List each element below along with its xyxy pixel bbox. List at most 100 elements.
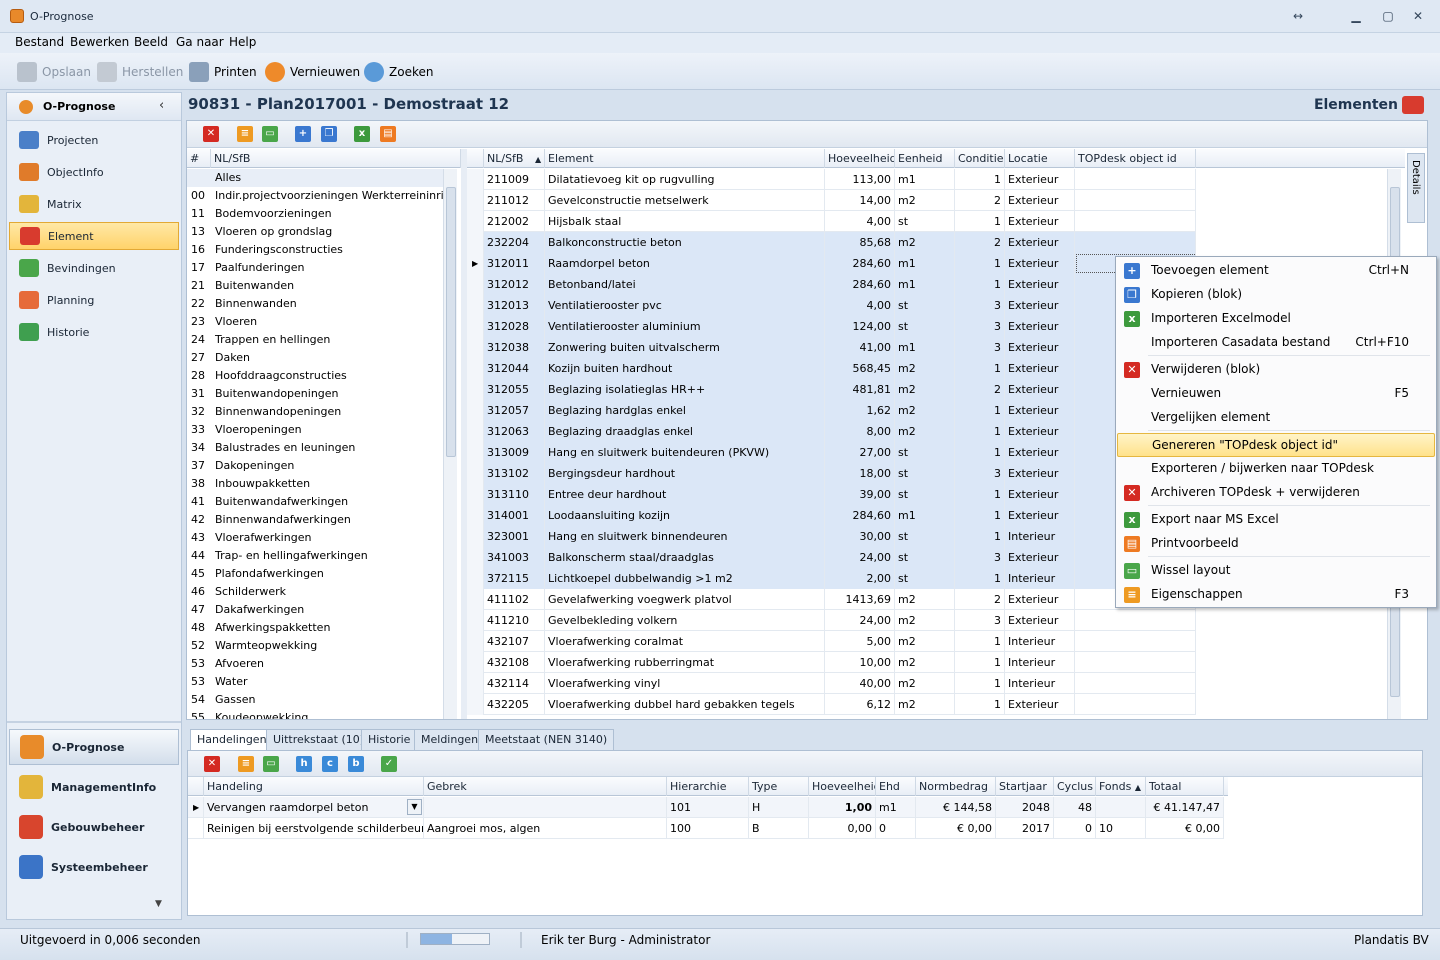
sfb-list-item[interactable]: 16 Funderingsconstructies [187,241,443,259]
layout-icon[interactable]: ▭ [263,756,279,772]
sfb-list-item[interactable]: 37 Dakopeningen [187,457,443,475]
context-menu-item[interactable]: ✕ Verwijderen (blok) [1117,358,1435,382]
column-header[interactable]: Hierarchie [667,777,749,796]
sidebar-item-house[interactable]: ObjectInfo [9,158,179,186]
column-header[interactable]: Hoeveelheid [809,777,876,796]
resize-icon[interactable]: ↔ [1290,8,1306,24]
sfb-list-item[interactable]: 33 Vloeropeningen [187,421,443,439]
table-row[interactable]: ▶ 312011 Raamdorpel beton 284,60 m1 1 Exterieu… [467,253,1196,274]
sidebar-item-projects[interactable]: Projecten [9,126,179,154]
sfb-list-item[interactable]: 28 Hoofddraagconstructies [187,367,443,385]
sfb-list-item[interactable]: 23 Vloeren [187,313,443,331]
menu-ga-naar[interactable]: Ga naar [176,35,224,49]
column-header[interactable]: Gebrek [424,777,667,796]
column-header[interactable]: Cyclus [1054,777,1096,796]
column-header[interactable]: Locatie [1005,149,1075,168]
excel-icon[interactable]: x [354,126,370,142]
h-icon[interactable]: h [296,756,312,772]
save-button[interactable]: Opslaan [17,62,91,82]
sfb-list-item[interactable]: 22 Binnenwanden [187,295,443,313]
properties-icon[interactable]: ≡ [237,126,253,142]
table-row[interactable]: 312013 Ventilatierooster pvc 4,00 st 3 Exteri… [467,295,1196,316]
tab-3[interactable]: Meldingen [414,729,486,750]
context-menu-item[interactable]: ❐ Kopieren (blok) [1117,283,1435,307]
sfb-list-item[interactable]: 13 Vloeren op grondslag [187,223,443,241]
table-row[interactable]: 341003 Balkonscherm staal/draadglas 24,00 s… [467,547,1196,568]
context-menu-item[interactable]: ▭ Wissel layout [1117,559,1435,583]
column-header[interactable]: Normbedrag [916,777,996,796]
table-row[interactable]: 312044 Kozijn buiten hardhout 568,45 m2 1 Ext… [467,358,1196,379]
context-menu-item[interactable]: Vernieuwen F5 [1117,382,1435,406]
sfb-scrollbar[interactable] [443,169,457,719]
column-header[interactable]: Handeling [204,777,424,796]
delete-icon[interactable]: ✕ [203,126,219,142]
sfb-list-item[interactable]: 45 Plafondafwerkingen [187,565,443,583]
menu-help[interactable]: Help [229,35,256,49]
column-header[interactable]: Conditie [955,149,1005,168]
table-row[interactable]: 312063 Beglazing draadglas enkel 8,00 m2 1 Ex… [467,421,1196,442]
check-icon[interactable]: ✓ [381,756,397,772]
context-menu-item[interactable]: ✕ Archiveren TOPdesk + verwijderen [1117,481,1435,505]
table-row[interactable]: 432205 Vloerafwerking dubbel hard gebakke… [467,694,1196,715]
column-header[interactable]: Totaal [1146,777,1224,796]
sidebar-item-history[interactable]: Historie [9,318,179,346]
properties-icon[interactable]: ≡ [238,756,254,772]
context-menu-item[interactable]: x Export naar MS Excel [1117,508,1435,532]
context-menu-item[interactable]: ▤ Printvoorbeeld [1117,532,1435,556]
tab-0[interactable]: Handelingen [190,729,274,751]
sfb-list-item[interactable]: 41 Buitenwandafwerkingen [187,493,443,511]
sfb-list-item[interactable]: 27 Daken [187,349,443,367]
column-header[interactable]: Hoeveelheid [825,149,895,168]
column-header[interactable]: TOPdesk object id [1075,149,1196,168]
sidebar-item-planning[interactable]: Planning [9,286,179,314]
context-menu-item[interactable]: x Importeren Excelmodel [1117,307,1435,331]
table-row[interactable]: 432108 Vloerafwerking rubberringmat 10,00 m… [467,652,1196,673]
add-icon[interactable]: + [295,126,311,142]
table-row[interactable]: 313009 Hang en sluitwerk buitendeuren (PK… [467,442,1196,463]
table-row[interactable]: 212002 Hijsbalk staal 4,00 st 1 Exterieur [467,211,1196,232]
context-menu-item[interactable]: Exporteren / bijwerken naar TOPdesk [1117,457,1435,481]
context-menu-item[interactable]: Vergelijken element [1117,406,1435,430]
table-row[interactable]: 211009 Dilatatievoeg kit op rugvulling 113… [467,169,1196,190]
sfb-list-item[interactable]: 53 Afvoeren [187,655,443,673]
search-button[interactable]: Zoeken [364,62,433,82]
table-row[interactable]: 372115 Lichtkoepel dubbelwandig >1 m2 2,00… [467,568,1196,589]
table-row[interactable]: 312028 Ventilatierooster aluminium 124,00 s… [467,316,1196,337]
details-tab[interactable]: Details [1407,153,1425,223]
table-row[interactable]: 232204 Balkonconstructie beton 85,68 m2 2 Ext… [467,232,1196,253]
module-building[interactable]: Gebouwbeheer [9,809,179,845]
column-header[interactable]: Element [545,149,825,168]
table-row[interactable]: 432107 Vloerafwerking coralmat 5,00 m2 1 Inte… [467,631,1196,652]
sfb-list-item[interactable]: 53 Water [187,673,443,691]
sfb-list-item[interactable]: 17 Paalfunderingen [187,259,443,277]
module-settings[interactable]: Systeembeheer [9,849,179,885]
sfb-list-item[interactable]: 00 Indir.projectvoorzieningen Werkterrein… [187,187,443,205]
sfb-list-item[interactable]: 42 Binnenwandafwerkingen [187,511,443,529]
table-row[interactable]: Reinigen bij eerstvolgende schilderbeurt… [188,818,1224,839]
column-header[interactable]: Fonds ▲ [1096,777,1146,796]
column-header[interactable]: Ehd [876,777,916,796]
c-icon[interactable]: c [322,756,338,772]
table-row[interactable]: 432114 Vloerafwerking vinyl 40,00 m2 1 Interi… [467,673,1196,694]
sfb-list-item[interactable]: Alles [187,169,443,187]
delete-icon[interactable]: ✕ [204,756,220,772]
column-header[interactable]: NL/SfB ▲ [484,149,545,168]
table-row[interactable]: 312057 Beglazing hardglas enkel 1,62 m2 1 Ext… [467,400,1196,421]
menu-bewerken[interactable]: Bewerken [70,35,129,49]
sidebar-item-folder-red[interactable]: Element [9,222,179,250]
context-menu-item[interactable]: Genereren "TOPdesk object id" [1117,433,1435,457]
sfb-list-item[interactable]: 32 Binnenwandopeningen [187,403,443,421]
table-row[interactable]: 313102 Bergingsdeur hardhout 18,00 st 3 Exter… [467,463,1196,484]
sfb-list-item[interactable]: 34 Balustrades en leuningen [187,439,443,457]
table-row[interactable]: 312038 Zonwering buiten uitvalscherm 41,00… [467,337,1196,358]
close-button[interactable]: ✕ [1410,8,1426,24]
table-row[interactable]: 312055 Beglazing isolatieglas HR++ 481,81 m… [467,379,1196,400]
table-row[interactable]: 323001 Hang en sluitwerk binnendeuren 30,0… [467,526,1196,547]
chevron-down-icon[interactable]: ▼ [155,899,162,909]
table-row[interactable]: 211012 Gevelconstructie metselwerk 14,00 m2… [467,190,1196,211]
copy-icon[interactable]: ❐ [321,126,337,142]
sfb-list-item[interactable]: 47 Dakafwerkingen [187,601,443,619]
collapse-icon[interactable]: ‹ [159,98,164,113]
table-row[interactable]: 411210 Gevelbekleding volkern 24,00 m2 3 Exte… [467,610,1196,631]
menu-bestand[interactable]: Bestand [15,35,64,49]
